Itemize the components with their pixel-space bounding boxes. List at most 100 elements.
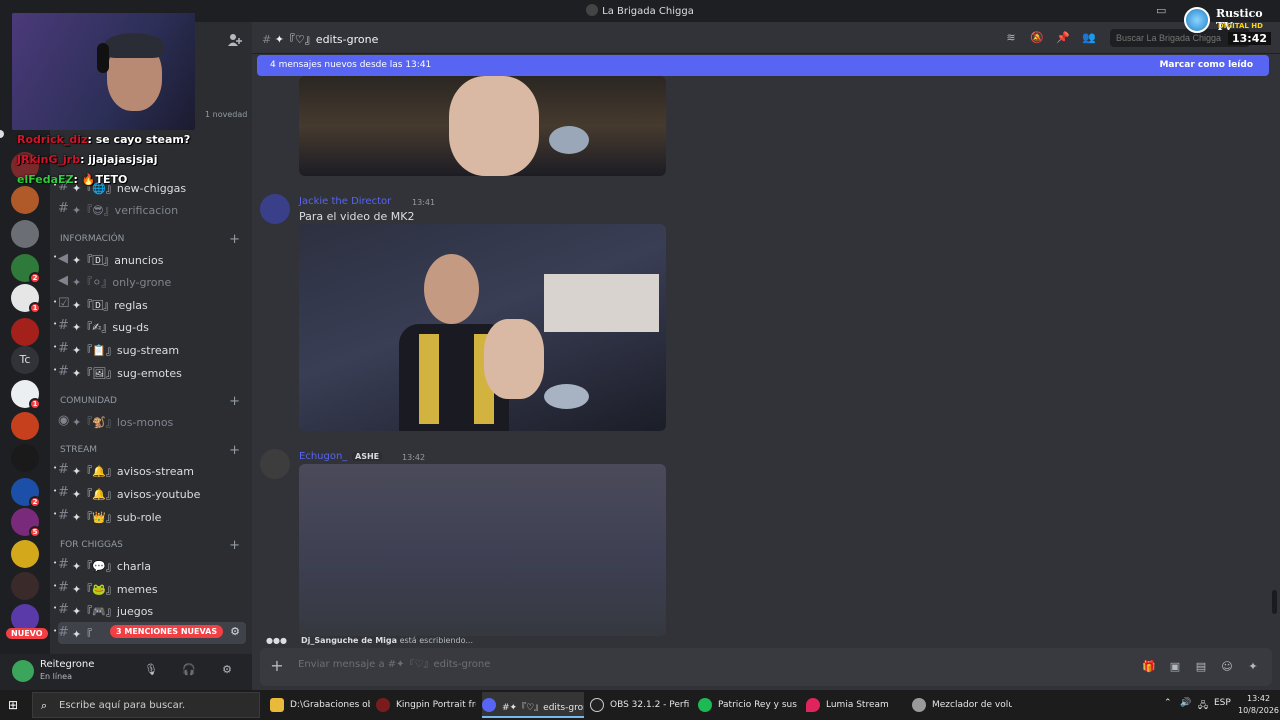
headphones-icon[interactable]: 🎧 xyxy=(182,663,196,677)
typing-indicator: ●●● Dj_Sanguche de Miga está escribiendo.… xyxy=(266,636,473,645)
channel-avisos-stream[interactable]: • # ✦『🔔』avisos-stream xyxy=(53,459,246,481)
mute-icon[interactable]: 🔕 xyxy=(1030,31,1044,45)
members-icon[interactable]: 👥 xyxy=(1082,31,1096,45)
server-icon[interactable]: 5 xyxy=(11,508,41,538)
channel-name: ✦『💬』charla xyxy=(72,560,151,573)
channel-edits-grone[interactable]: • # ✦『 3 MENCIONES NUEVAS ⚙ xyxy=(53,622,246,644)
channel-anuncios[interactable]: • ◀ ✦『🄳』anuncios xyxy=(53,248,246,270)
server-icon[interactable] xyxy=(11,540,39,568)
add-channel-icon[interactable]: + xyxy=(229,394,240,409)
chat-user: elFedaEZ xyxy=(17,173,74,186)
task-spotify[interactable]: Patricio Rey y sus R... xyxy=(698,692,798,718)
add-attachment-icon[interactable]: + xyxy=(268,657,286,675)
channel-memes[interactable]: • # ✦『🐸』memes xyxy=(53,577,246,599)
task-lumia[interactable]: Lumia Stream xyxy=(806,692,906,718)
channel-sug-ds[interactable]: • # ✦『✍』sug-ds xyxy=(53,315,246,337)
channel-reglas[interactable]: • ☑ ✦『🄳』reglas xyxy=(53,293,246,315)
microphone-icon[interactable]: 🎙 xyxy=(144,663,158,677)
attachment-image[interactable] xyxy=(299,464,666,636)
avatar[interactable] xyxy=(260,449,290,479)
server-icon-tc[interactable]: Tc xyxy=(11,346,39,374)
tv-clock: 13:42 xyxy=(1228,32,1272,45)
add-channel-icon[interactable]: + xyxy=(229,232,240,247)
add-channel-icon[interactable]: + xyxy=(229,538,240,553)
threads-icon[interactable]: ≋ xyxy=(1004,31,1018,45)
task-obs[interactable]: OBS 32.1.2 - Perfil: ... xyxy=(590,692,690,718)
channel-los-monos[interactable]: ◉ ✦『🐒』los-monos xyxy=(58,410,246,432)
taskbar-clock[interactable]: 13:42 10/8/2026 xyxy=(1238,693,1279,717)
settings-icon[interactable]: ⚙ xyxy=(230,625,240,638)
task-volume-mixer[interactable]: Mezclador de volu... xyxy=(912,692,1012,718)
server-icon[interactable]: 2 xyxy=(11,254,41,284)
channel-avisos-youtube[interactable]: • # ✦『🔔』avisos-youtube xyxy=(53,482,246,504)
apps-icon[interactable]: ✦ xyxy=(1246,660,1260,674)
volume-icon[interactable]: 🔊 xyxy=(1180,698,1191,708)
gift-icon[interactable]: 🎁 xyxy=(1142,660,1156,674)
server-icon[interactable]: 2 xyxy=(11,478,41,508)
avatar[interactable] xyxy=(12,660,34,682)
new-messages-label: 4 mensajes nuevos desde las 13:41 xyxy=(270,60,432,70)
channel-juegos[interactable]: • # ✦『🎮』juegos xyxy=(53,599,246,621)
task-browser[interactable]: Kingpin Portrait fro... xyxy=(376,692,476,718)
inbox-icon[interactable]: ▭ xyxy=(1156,4,1168,17)
language-indicator[interactable]: ESP xyxy=(1214,698,1231,708)
sticker-icon[interactable]: ▤ xyxy=(1194,660,1208,674)
task-discord[interactable]: #✦『♡』edits-grone... xyxy=(482,692,584,718)
server-icon[interactable]: 1 xyxy=(11,284,41,314)
new-updates-label[interactable]: 1 novedad xyxy=(205,110,247,119)
new-messages-bar[interactable]: 4 mensajes nuevos desde las 13:41 Marcar… xyxy=(257,55,1269,76)
channel-name: ✦『🄳』reglas xyxy=(72,299,148,312)
channel-sug-emotes[interactable]: • # ✦『🖼』sug-emotes xyxy=(53,361,246,383)
server-icon[interactable] xyxy=(11,318,39,346)
server-icon[interactable] xyxy=(11,444,39,472)
taskbar-search[interactable]: ⌕ Escribe aquí para buscar. xyxy=(32,692,260,718)
chat-area: # ✦『♡』edits-grone ≋ 🔕 📌 👥 4 mensajes nue… xyxy=(252,22,1280,690)
server-icon[interactable] xyxy=(11,186,39,214)
message-author[interactable]: Jackie the Director xyxy=(299,196,391,207)
gear-icon[interactable]: ⚙ xyxy=(220,663,234,677)
new-indicator[interactable]: NUEVO xyxy=(6,628,48,639)
channel-name: ✦『😎』verificacion xyxy=(72,204,179,217)
channel-only-grone[interactable]: ◀ ✦『⚪』only-grone xyxy=(58,270,246,292)
invite-icon[interactable] xyxy=(228,32,242,46)
message-input[interactable] xyxy=(298,659,998,670)
channel-charla[interactable]: • # ✦『💬』charla xyxy=(53,554,246,576)
hash-icon: # xyxy=(58,462,69,477)
task-explorer[interactable]: D:\Grabaciones obs xyxy=(270,692,370,718)
server-tag[interactable]: ASHE xyxy=(352,452,383,461)
gif-icon[interactable]: ▣ xyxy=(1168,660,1182,674)
tv-logo-overlay: Rustico TV DIGITAL HD 13:42 xyxy=(1184,5,1274,47)
image-vest xyxy=(419,334,439,424)
channel-name: ✦『🖼』sug-emotes xyxy=(72,367,182,380)
message-author[interactable]: Echugon_ xyxy=(299,451,347,462)
megaphone-icon: ◀ xyxy=(58,251,68,266)
channel-title: # ✦『♡』edits-grone xyxy=(262,31,378,47)
mentions-badge[interactable]: 3 MENCIONES NUEVAS xyxy=(110,625,224,638)
mark-read-button[interactable]: Marcar como leído xyxy=(1159,60,1253,70)
windows-start-icon[interactable]: ⊞ xyxy=(8,698,22,712)
server-icon[interactable]: 1 xyxy=(11,380,41,410)
server-icon[interactable] xyxy=(11,412,39,440)
server-icon[interactable] xyxy=(11,572,39,600)
channel-sub-role[interactable]: • # ✦『👑』sub-role xyxy=(53,505,246,527)
category-label: FOR CHIGGAS xyxy=(60,540,123,550)
hash-icon: # xyxy=(58,201,69,216)
channel-name: ✦『🐸』memes xyxy=(72,583,158,596)
username[interactable]: Reitegrone xyxy=(40,659,94,670)
pin-icon[interactable]: 📌 xyxy=(1056,31,1070,45)
hash-icon: # xyxy=(58,580,69,595)
channel-sug-stream[interactable]: • # ✦『📋』sug-stream xyxy=(53,338,246,360)
attachment-image[interactable] xyxy=(299,76,666,176)
attachment-image[interactable] xyxy=(299,224,666,431)
channel-name: ✦『✍』sug-ds xyxy=(72,321,149,334)
emoji-icon[interactable]: ☺ xyxy=(1220,660,1234,674)
network-icon[interactable]: 🖧 xyxy=(1198,698,1208,714)
scrollbar[interactable] xyxy=(1272,590,1277,614)
avatar[interactable] xyxy=(260,194,290,224)
server-icon[interactable] xyxy=(11,220,39,248)
hash-icon: # xyxy=(58,364,69,379)
hash-icon: # xyxy=(58,557,69,572)
tray-chevron-icon[interactable]: ⌃ xyxy=(1164,698,1172,708)
channel-verificacion[interactable]: # ✦『😎』verificacion xyxy=(58,198,246,220)
add-channel-icon[interactable]: + xyxy=(229,443,240,458)
